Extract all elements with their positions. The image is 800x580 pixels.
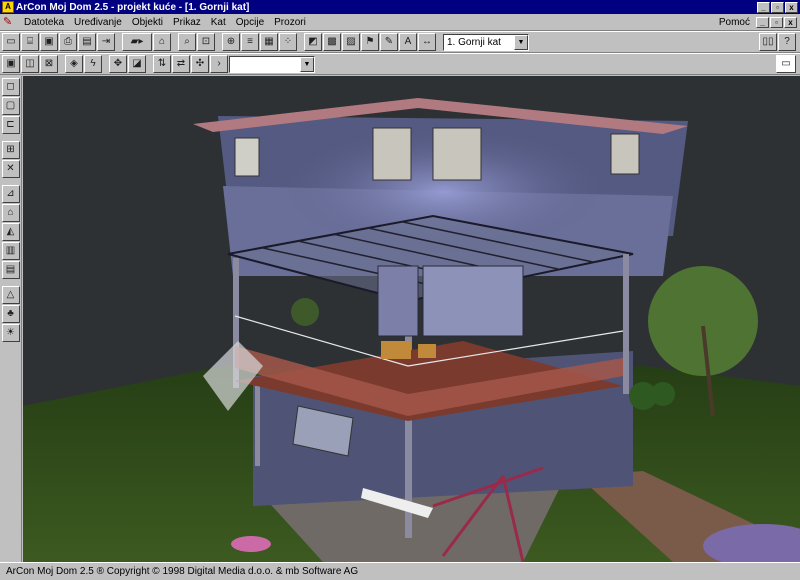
book-icon[interactable]: ▯▯	[759, 33, 777, 51]
floor-select-value: 1. Gornji kat	[447, 36, 501, 48]
camera-icon[interactable]: ◩	[304, 33, 322, 51]
move-icon[interactable]: ✥	[109, 55, 127, 73]
minimize-button[interactable]: _	[757, 1, 770, 13]
upper-window-2	[432, 127, 482, 181]
roof-icon[interactable]: ⌂	[1, 204, 20, 222]
title-bar: A ArCon Moj Dom 2.5 - projekt kuće - [1.…	[0, 0, 800, 14]
light-icon[interactable]: ☀	[1, 324, 20, 342]
open-folder-icon[interactable]: ⌸	[21, 33, 39, 51]
3d-viewport[interactable]	[23, 76, 800, 562]
balcony-window	[377, 265, 419, 337]
main-toolbar: ▭ ⌸ ▣ ⎙ ▤ ⇥ ▰▸ ⌂ ⌕ ⊡ ⊕ ≡ ▦ ⁘ ◩ ▩ ▨ ⚑ ✎ A…	[0, 31, 800, 53]
menu-opcije[interactable]: Opcije	[231, 17, 269, 28]
render-view-icon[interactable]: ▰▸	[122, 33, 152, 51]
status-bar: ArCon Moj Dom 2.5 ® Copyright © 1998 Dig…	[0, 562, 800, 580]
menu-datoteka[interactable]: Datoteka	[19, 17, 69, 28]
snap-icon[interactable]: ⁘	[279, 33, 297, 51]
garden-tree	[648, 266, 758, 376]
new-file-icon[interactable]: ▭	[2, 33, 20, 51]
draw-room-icon[interactable]: ▢	[1, 97, 20, 115]
window-tool-icon[interactable]: ⊞	[1, 141, 20, 159]
grid-icon[interactable]: ▦	[260, 33, 278, 51]
texture-icon[interactable]: ▩	[323, 33, 341, 51]
parasol	[231, 536, 271, 552]
maximize-button[interactable]: ▫	[771, 1, 784, 13]
print-preview-icon[interactable]: ▤	[78, 33, 96, 51]
house-view-icon[interactable]: ⌂	[153, 33, 171, 51]
flip-icon[interactable]: ⇄	[172, 55, 190, 73]
menu-uredivanje[interactable]: Uređivanje	[69, 17, 127, 28]
doc-minimize-button[interactable]: _	[756, 16, 769, 28]
beam-icon[interactable]: ▤	[1, 261, 20, 279]
status-text: ArCon Moj Dom 2.5 ® Copyright © 1998 Dig…	[6, 566, 359, 577]
cube-icon[interactable]: ◈	[65, 55, 83, 73]
pattern-icon[interactable]: ▨	[342, 33, 360, 51]
layer-icon[interactable]: ≡	[241, 33, 259, 51]
terrain-icon[interactable]: △	[1, 286, 20, 304]
menu-objekti[interactable]: Objekti	[127, 17, 168, 28]
document-icon[interactable]: ✎	[3, 16, 15, 28]
stairs-icon[interactable]: ⊿	[1, 185, 20, 203]
chevron-down-icon[interactable]: ▼	[300, 56, 314, 72]
menu-pomoc[interactable]: Pomoć	[714, 17, 756, 28]
dormer-icon[interactable]: ◭	[1, 223, 20, 241]
view-select[interactable]: ▼	[229, 55, 315, 73]
draw-wall-icon[interactable]: ◻	[1, 78, 20, 96]
document-window-controls: _ ▫ x	[756, 16, 800, 28]
dimension-icon[interactable]: ↔	[418, 33, 436, 51]
lightning-icon[interactable]: ϟ	[84, 55, 102, 73]
monitor-icon[interactable]: ▭	[776, 55, 796, 73]
chevron-down-icon[interactable]: ▼	[514, 34, 528, 50]
pen-icon[interactable]: ✎	[380, 33, 398, 51]
upper-window-1	[372, 127, 412, 181]
menu-kat[interactable]: Kat	[206, 17, 231, 28]
balcony-doors	[422, 265, 524, 337]
menu-prozori[interactable]: Prozori	[269, 17, 311, 28]
close-button[interactable]: x	[785, 1, 798, 13]
rotate-icon[interactable]: ◪	[128, 55, 146, 73]
menu-bar: ✎ Datoteka Uređivanje Objekti Prikaz Kat…	[0, 14, 800, 31]
doc-close-button[interactable]: x	[784, 16, 797, 28]
balcony-plant	[291, 298, 319, 326]
window-controls: _ ▫ x	[757, 1, 800, 13]
left-toolbar: ◻ ▢ ⊏ ⊞ ✕ ⊿ ⌂ ◭ ▥ ▤ △ ♣ ☀	[0, 76, 22, 562]
patio-chair	[418, 344, 436, 358]
zoom-window-icon[interactable]: ⊡	[197, 33, 215, 51]
help-icon[interactable]: ?	[778, 33, 796, 51]
raise-icon[interactable]: ⇅	[153, 55, 171, 73]
pan-icon[interactable]: ✣	[191, 55, 209, 73]
menu-prikaz[interactable]: Prikaz	[168, 17, 206, 28]
crosshair-icon[interactable]: ⊕	[222, 33, 240, 51]
plant-icon[interactable]: ♣	[1, 305, 20, 323]
patio-table	[381, 341, 411, 359]
column-icon[interactable]: ▥	[1, 242, 20, 260]
house-render	[23, 98, 800, 562]
export-icon[interactable]: ⇥	[97, 33, 115, 51]
arrow-right-icon[interactable]: ›	[210, 55, 228, 73]
delete-icon[interactable]: ✕	[1, 160, 20, 178]
window-title: ArCon Moj Dom 2.5 - projekt kuće - [1. G…	[16, 1, 250, 13]
wall-tool-icon[interactable]: ◫	[21, 55, 39, 73]
select-icon[interactable]: ▣	[2, 55, 20, 73]
upper-window-left	[234, 137, 260, 177]
print-icon[interactable]: ⎙	[59, 33, 77, 51]
floor-select[interactable]: 1. Gornji kat ▼	[443, 33, 529, 51]
doc-restore-button[interactable]: ▫	[770, 16, 783, 28]
secondary-toolbar: ▣ ◫ ⊠ ◈ ϟ ✥ ◪ ⇅ ⇄ ✣ › ▼ ▭	[0, 53, 800, 75]
flag-icon[interactable]: ⚑	[361, 33, 379, 51]
arcon-app-icon[interactable]: A	[2, 1, 14, 13]
text-icon[interactable]: A	[399, 33, 417, 51]
save-disk-icon[interactable]: ▣	[40, 33, 58, 51]
zoom-icon[interactable]: ⌕	[178, 33, 196, 51]
room-tool-icon[interactable]: ⊠	[40, 55, 58, 73]
draw-opening-icon[interactable]: ⊏	[1, 116, 20, 134]
upper-window-right	[610, 133, 640, 175]
